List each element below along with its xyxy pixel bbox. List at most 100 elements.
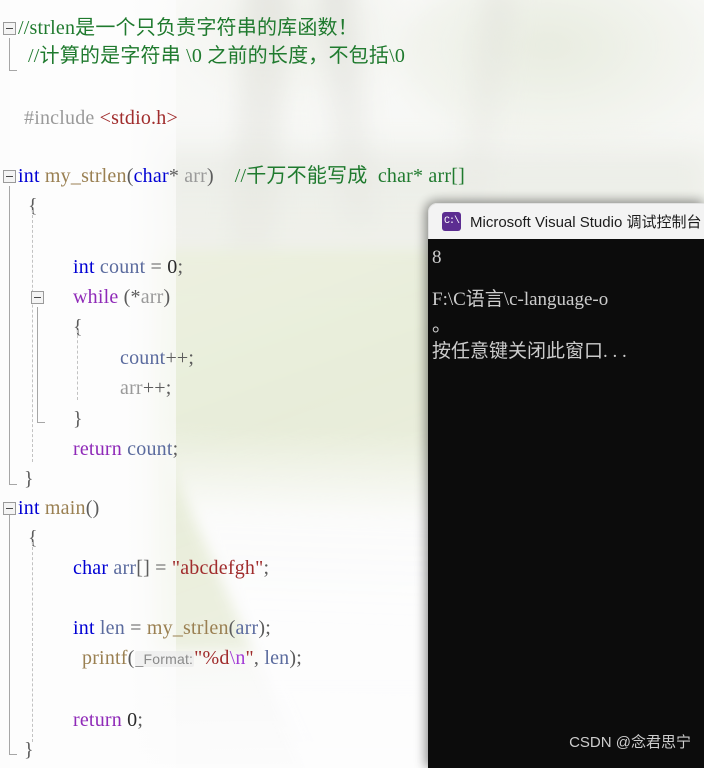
code-token: arr bbox=[120, 377, 143, 399]
code-token: ; bbox=[263, 557, 270, 579]
console-line-list: 8 F:\C语言\c-language-o 。按任意键关闭此窗口. . . bbox=[430, 245, 704, 365]
code-token: int bbox=[18, 497, 40, 519]
code-token: arr bbox=[140, 286, 164, 308]
code-token: //计算的是字符串 \0 之前的长度，不包括\0 bbox=[28, 45, 406, 67]
code-line[interactable]: int count = 0; bbox=[73, 257, 183, 277]
csdn-watermark: CSDN @念君思宁 bbox=[569, 734, 691, 751]
code-token: ) bbox=[207, 165, 214, 187]
fold-structure-foot bbox=[37, 422, 45, 423]
code-token: _Format: bbox=[134, 651, 195, 667]
code-token: } bbox=[73, 408, 83, 430]
fold-structure-foot bbox=[9, 754, 17, 755]
code-token: } bbox=[24, 739, 34, 761]
code-token: () bbox=[85, 497, 100, 519]
console-output-line: 按任意键关闭此窗口. . . bbox=[432, 341, 627, 362]
console-app-icon: C:\ bbox=[442, 212, 461, 231]
code-token: 0 bbox=[167, 256, 178, 278]
code-token: count bbox=[120, 347, 166, 369]
indent-guide bbox=[32, 542, 33, 742]
code-line[interactable]: } bbox=[73, 409, 83, 429]
code-token: "%d bbox=[194, 647, 230, 669]
fold-structure-bar bbox=[37, 307, 38, 422]
fold-structure-bar bbox=[9, 186, 10, 484]
code-token: int bbox=[18, 165, 40, 187]
code-token: count bbox=[99, 256, 146, 278]
code-token: ); bbox=[258, 617, 271, 639]
code-token: //strlen是一个只负责字符串的库函数！ bbox=[18, 17, 358, 39]
code-token: arr bbox=[235, 617, 259, 639]
code-token: int bbox=[73, 617, 95, 639]
console-output-line: 。 bbox=[432, 315, 452, 336]
code-token: while bbox=[73, 286, 119, 308]
fold-toggle-main-icon[interactable] bbox=[3, 502, 16, 515]
code-token: , bbox=[253, 647, 265, 669]
code-token: ; bbox=[177, 256, 184, 278]
code-line[interactable]: return count; bbox=[73, 439, 178, 459]
code-token: int bbox=[73, 256, 95, 278]
console-output-line: 8 bbox=[432, 247, 442, 268]
code-token: ( bbox=[127, 647, 135, 669]
code-token: ) bbox=[163, 286, 171, 308]
code-token: <stdio.h> bbox=[99, 107, 178, 129]
code-token: [] = bbox=[136, 557, 172, 579]
code-token: my_strlen bbox=[146, 617, 229, 639]
code-token: return bbox=[73, 438, 122, 460]
code-token: char bbox=[133, 165, 169, 187]
fold-toggle-my-strlen-icon[interactable] bbox=[3, 170, 16, 183]
console-output-line: F:\C语言\c-language-o bbox=[432, 289, 609, 310]
code-token: return bbox=[73, 709, 122, 731]
code-line[interactable]: #include <stdio.h> bbox=[24, 108, 178, 128]
code-line[interactable]: printf(_Format:"%d\n", len); bbox=[82, 648, 302, 669]
indent-guide bbox=[32, 210, 33, 462]
code-token: main bbox=[44, 497, 86, 519]
code-line[interactable]: char arr[] = "abcdefgh"; bbox=[73, 558, 269, 578]
code-token: = bbox=[145, 256, 168, 278]
code-line[interactable]: } bbox=[24, 740, 34, 760]
code-token: len bbox=[264, 647, 290, 669]
code-token: len bbox=[99, 617, 125, 639]
code-token: = bbox=[124, 617, 147, 639]
code-line[interactable]: //strlen是一个只负责字符串的库函数！ bbox=[18, 18, 358, 38]
code-token: //千万不能写成 char* arr[] bbox=[213, 165, 465, 187]
fold-structure-bar bbox=[9, 514, 10, 754]
code-token: ++; bbox=[142, 377, 172, 399]
code-token: } bbox=[24, 468, 34, 490]
code-token: ( bbox=[228, 617, 236, 639]
console-titlebar[interactable]: C:\ Microsoft Visual Studio 调试控制台 bbox=[428, 203, 704, 239]
code-token: ; bbox=[172, 438, 179, 460]
code-token: \n bbox=[229, 647, 246, 669]
code-token: "abcdefgh" bbox=[171, 557, 264, 579]
console-output-area[interactable]: 8 F:\C语言\c-language-o 。按任意键关闭此窗口. . . CSDN… bbox=[428, 239, 704, 768]
code-token: printf bbox=[82, 647, 128, 669]
console-title-text: Microsoft Visual Studio 调试控制台 bbox=[470, 214, 702, 231]
code-token: char bbox=[73, 557, 109, 579]
code-line[interactable]: arr++; bbox=[120, 378, 172, 398]
code-token: ( bbox=[126, 165, 134, 187]
fold-toggle-comment-block-icon[interactable] bbox=[3, 22, 16, 35]
code-token: 0 bbox=[127, 709, 138, 731]
indent-guide bbox=[77, 330, 78, 400]
code-token: count bbox=[127, 438, 173, 460]
code-line[interactable]: int main() bbox=[18, 498, 99, 518]
code-token: * bbox=[168, 165, 185, 187]
code-line[interactable]: //计算的是字符串 \0 之前的长度，不包括\0 bbox=[28, 46, 405, 66]
code-line[interactable]: int len = my_strlen(arr); bbox=[73, 618, 271, 638]
code-token: (* bbox=[118, 286, 141, 308]
code-token: ); bbox=[289, 647, 302, 669]
code-token: arr bbox=[184, 165, 208, 187]
code-token: my_strlen bbox=[44, 165, 127, 187]
debug-console-window[interactable]: C:\ Microsoft Visual Studio 调试控制台 8 F:\C语… bbox=[428, 203, 704, 768]
fold-structure-foot bbox=[9, 484, 17, 485]
fold-structure-foot bbox=[9, 70, 17, 71]
fold-structure-bar bbox=[9, 38, 10, 70]
code-line[interactable]: count++; bbox=[120, 348, 194, 368]
code-token: " bbox=[245, 647, 254, 669]
code-line[interactable]: return 0; bbox=[73, 710, 143, 730]
code-token: ++; bbox=[165, 347, 195, 369]
code-token: #include bbox=[24, 107, 100, 129]
fold-toggle-while-loop-icon[interactable] bbox=[31, 291, 44, 304]
code-line[interactable]: while (*arr) bbox=[73, 287, 170, 307]
code-line[interactable]: } bbox=[24, 469, 34, 489]
code-line[interactable]: int my_strlen(char* arr) //千万不能写成 char* … bbox=[18, 166, 465, 186]
